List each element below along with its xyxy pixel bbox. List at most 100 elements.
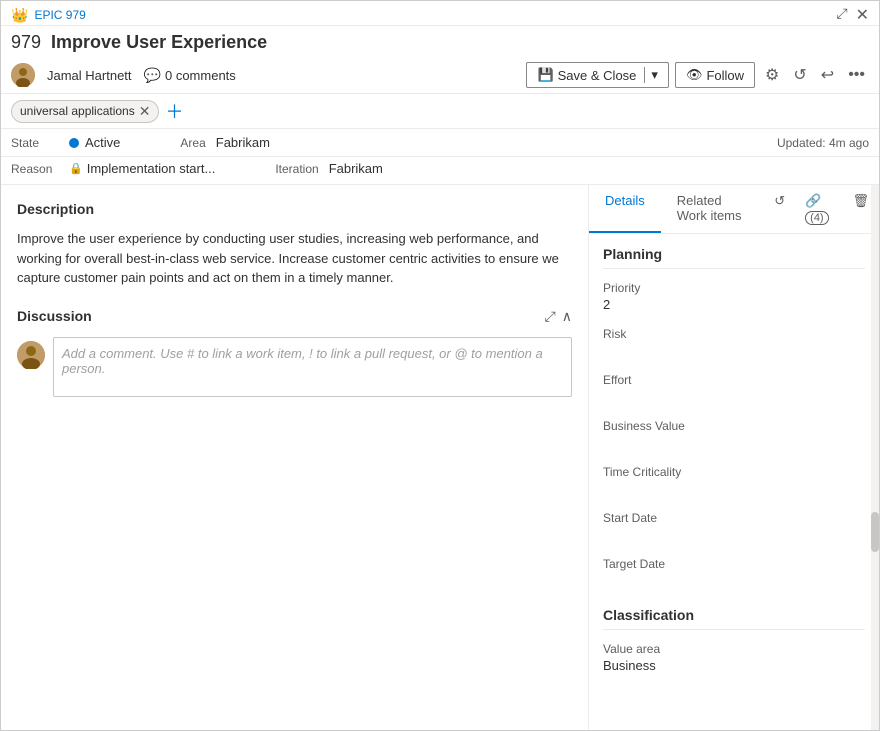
iteration-label: Iteration: [275, 162, 318, 176]
discussion-section: Discussion ⤢ ∧ Add a comment. Use: [17, 308, 572, 397]
main-content: Description Improve the user experience …: [1, 185, 879, 730]
description-section: Description Improve the user experience …: [17, 201, 572, 288]
priority-value[interactable]: 2: [603, 297, 865, 315]
work-item-title[interactable]: Improve User Experience: [51, 32, 267, 53]
iteration-group: Iteration Fabrikam: [275, 161, 383, 176]
value-area-value[interactable]: Business: [603, 658, 865, 676]
expand-window-icon[interactable]: ⤢: [836, 5, 847, 25]
follow-eye-icon: 👁: [686, 67, 703, 83]
save-icon: 💾: [537, 67, 553, 83]
more-options-button[interactable]: •••: [844, 62, 869, 88]
title-row: 979 Improve User Experience: [1, 26, 879, 57]
follow-button[interactable]: 👁 Follow: [675, 62, 755, 88]
work-item-id: 979: [11, 32, 41, 53]
epic-breadcrumb-link[interactable]: EPIC 979: [34, 8, 85, 22]
target-date-field: Target Date: [603, 557, 865, 591]
tab-links[interactable]: 🔗 (4): [795, 185, 842, 233]
updated-text: Updated: 4m ago: [777, 136, 869, 150]
discussion-header: Discussion ⤢ ∧: [17, 308, 572, 325]
collapse-discussion-icon[interactable]: ∧: [562, 308, 572, 325]
actions-row: Jamal Hartnett 💬 0 comments 💾 Save & Clo…: [1, 57, 879, 94]
main-window: 👑 EPIC 979 ⤢ ✕ 979 Improve User Experien…: [0, 0, 880, 731]
avatar: [11, 63, 35, 87]
breadcrumb-area: 👑 EPIC 979: [11, 7, 86, 24]
top-bar-controls: ⤢ ✕: [836, 5, 869, 25]
reason-label: Reason: [11, 162, 61, 176]
risk-field: Risk: [603, 327, 865, 361]
target-date-value[interactable]: [603, 573, 865, 591]
top-bar: 👑 EPIC 979 ⤢ ✕: [1, 1, 879, 26]
discussion-area: Add a comment. Use # to link a work item…: [17, 337, 572, 397]
time-criticality-value[interactable]: [603, 481, 865, 499]
discussion-title: Discussion: [17, 308, 92, 324]
business-value-field: Business Value: [603, 419, 865, 453]
value-area-field: Value area Business: [603, 642, 865, 676]
lock-icon: 🔒: [69, 162, 83, 175]
value-area-label: Value area: [603, 642, 865, 656]
crown-icon: 👑: [11, 7, 28, 24]
time-criticality-label: Time Criticality: [603, 465, 865, 479]
commenter-avatar: [17, 341, 45, 369]
planning-section: Planning Priority 2 Risk Effort B: [603, 246, 865, 591]
save-close-label: Save & Close: [558, 68, 637, 83]
reason-row: Reason 🔒 Implementation start... Iterati…: [1, 157, 879, 185]
iteration-value[interactable]: Fabrikam: [329, 161, 383, 176]
reason-value[interactable]: 🔒 Implementation start...: [69, 161, 215, 176]
left-panel: Description Improve the user experience …: [1, 185, 589, 730]
follow-label: Follow: [706, 68, 744, 83]
reason-text: Implementation start...: [87, 161, 216, 176]
tab-history[interactable]: ↺: [764, 185, 795, 233]
time-criticality-field: Time Criticality: [603, 465, 865, 499]
comment-icon: 💬: [144, 67, 161, 84]
tab-related-work-items[interactable]: Related Work items: [661, 185, 765, 233]
tag-label: universal applications: [20, 104, 135, 118]
reason-group: Reason 🔒 Implementation start...: [11, 161, 215, 176]
refresh-button[interactable]: ↺: [789, 61, 810, 89]
links-badge: (4): [805, 211, 828, 225]
start-date-field: Start Date: [603, 511, 865, 545]
effort-value[interactable]: [603, 389, 865, 407]
tab-bar: Details Related Work items ↺ 🔗 (4) 🗑: [589, 185, 879, 234]
state-row: State Active Area Fabrikam Updated: 4m a…: [1, 129, 879, 157]
settings-button[interactable]: ⚙: [761, 61, 783, 89]
business-value-value[interactable]: [603, 435, 865, 453]
comment-input[interactable]: Add a comment. Use # to link a work item…: [53, 337, 572, 397]
right-content: Planning Priority 2 Risk Effort B: [589, 234, 879, 704]
right-panel: Details Related Work items ↺ 🔗 (4) 🗑 Pla…: [589, 185, 879, 730]
effort-field: Effort: [603, 373, 865, 407]
area-label: Area: [180, 136, 205, 150]
planning-title: Planning: [603, 246, 865, 269]
classification-title: Classification: [603, 607, 865, 630]
scrollbar[interactable]: [871, 185, 879, 730]
expand-discussion-icon[interactable]: ⤢: [545, 308, 556, 325]
comments-button[interactable]: 💬 0 comments: [144, 67, 236, 84]
tag-close-icon[interactable]: ✕: [139, 103, 151, 120]
close-window-icon[interactable]: ✕: [856, 5, 869, 25]
add-tag-button[interactable]: ＋: [165, 98, 183, 124]
undo-button[interactable]: ↩: [817, 61, 838, 89]
classification-section: Classification Value area Business: [603, 607, 865, 676]
save-close-button[interactable]: 💾 Save & Close ▾: [526, 62, 668, 88]
tab-details[interactable]: Details: [589, 185, 661, 233]
description-title: Description: [17, 201, 572, 217]
comments-count: 0 comments: [165, 68, 236, 83]
target-date-label: Target Date: [603, 557, 865, 571]
priority-field: Priority 2: [603, 281, 865, 315]
priority-label: Priority: [603, 281, 865, 295]
state-text: Active: [85, 135, 120, 150]
tags-row: universal applications ✕ ＋: [1, 94, 879, 129]
business-value-label: Business Value: [603, 419, 865, 433]
effort-label: Effort: [603, 373, 865, 387]
actions-right: 💾 Save & Close ▾ 👁 Follow ⚙ ↺ ↩ •••: [526, 61, 869, 89]
area-value[interactable]: Fabrikam: [216, 135, 270, 150]
author-name: Jamal Hartnett: [47, 68, 132, 83]
state-label: State: [11, 136, 61, 150]
state-value[interactable]: Active: [69, 135, 120, 150]
scrollbar-thumb[interactable]: [871, 512, 879, 552]
risk-value[interactable]: [603, 343, 865, 361]
start-date-value[interactable]: [603, 527, 865, 545]
risk-label: Risk: [603, 327, 865, 341]
area-group: Area Fabrikam: [180, 135, 270, 150]
discussion-actions: ⤢ ∧: [545, 308, 572, 325]
save-close-dropdown-arrow[interactable]: ▾: [644, 67, 658, 83]
